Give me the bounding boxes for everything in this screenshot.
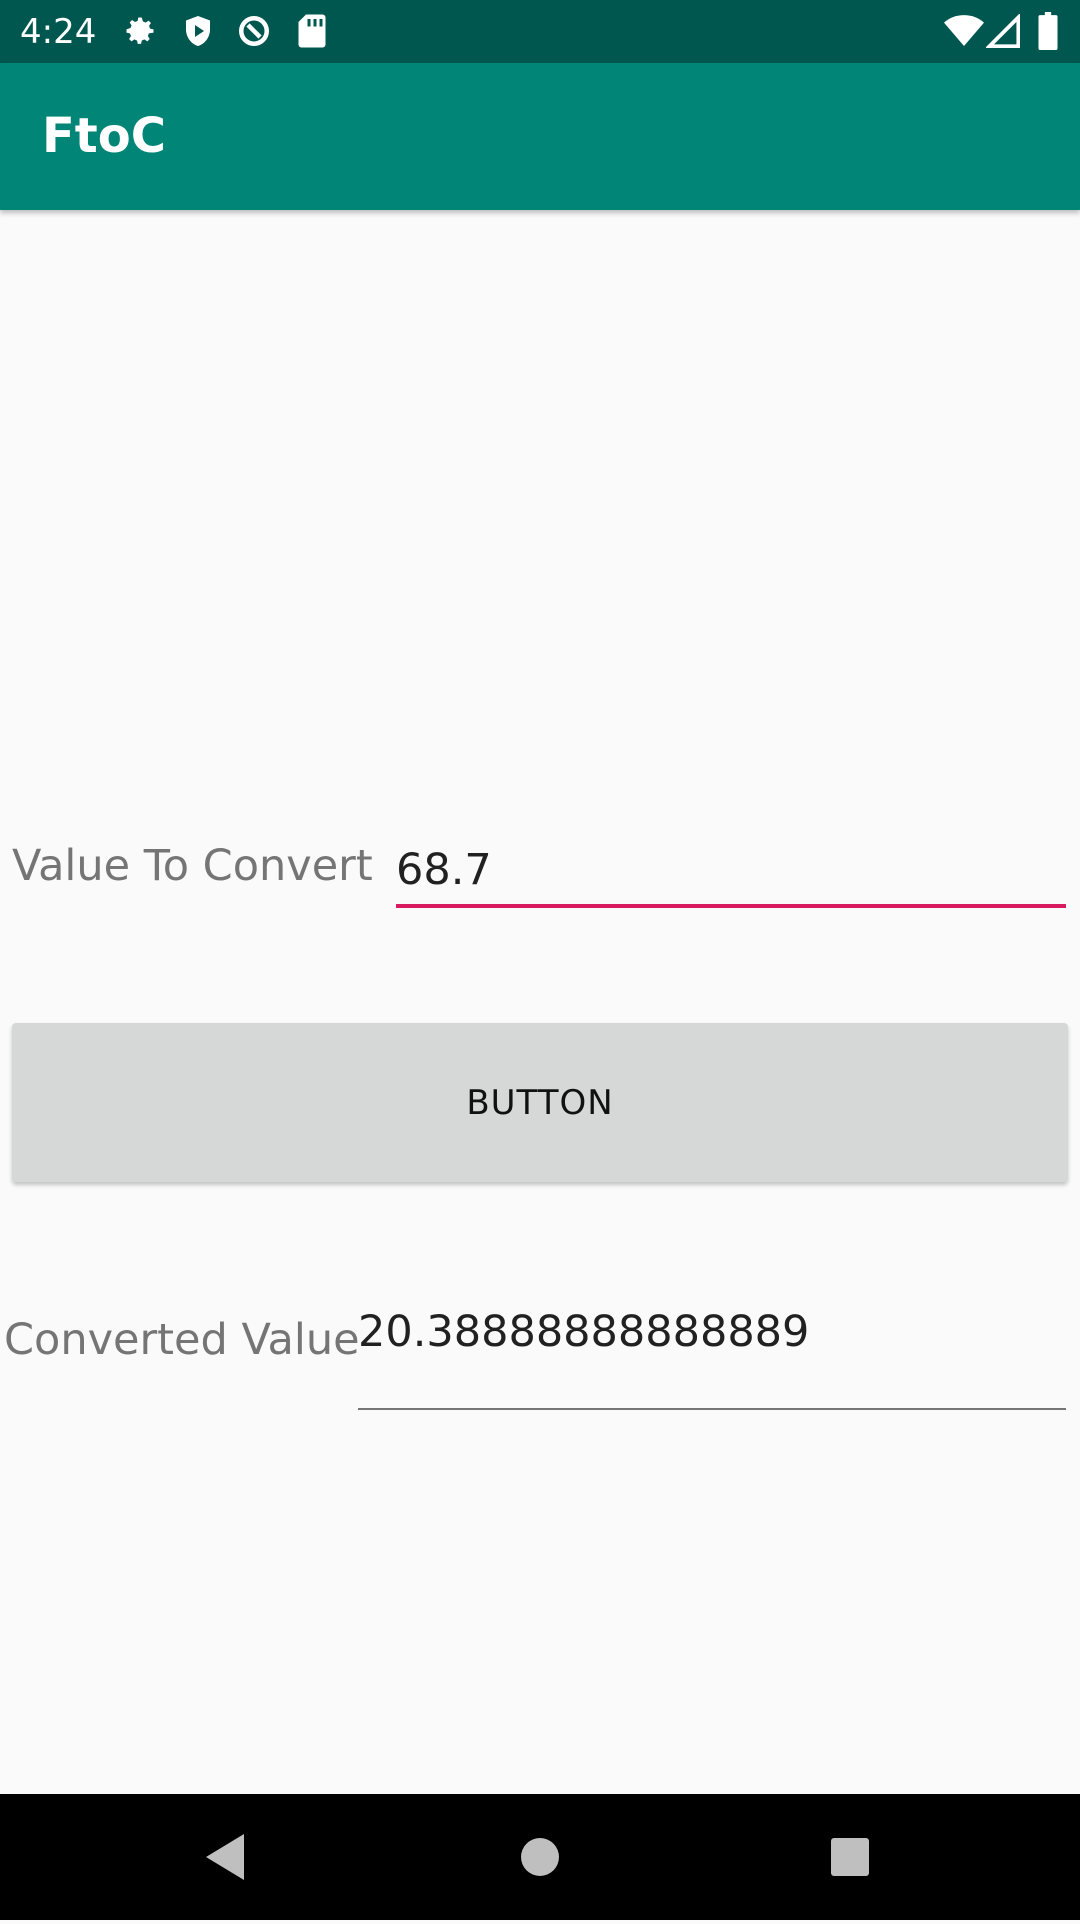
converted-value-text: 20.38888888888889 — [358, 1307, 810, 1357]
value-to-convert-input[interactable] — [396, 836, 1066, 908]
home-icon[interactable] — [480, 1794, 600, 1920]
converted-value-label: Converted Value — [4, 1315, 360, 1365]
sd-card-icon — [296, 13, 328, 53]
convert-button[interactable]: BUTTON — [12, 1023, 1068, 1182]
recents-icon[interactable] — [790, 1794, 910, 1920]
back-icon[interactable] — [166, 1794, 286, 1920]
status-time: 4:24 — [20, 12, 97, 52]
wifi-icon — [944, 14, 984, 52]
cell-signal-icon — [984, 12, 1021, 52]
shield-icon — [180, 13, 216, 53]
battery-icon — [1038, 12, 1058, 54]
value-to-convert-label: Value To Convert — [12, 841, 373, 891]
app-title: FtoC — [42, 108, 166, 164]
gear-icon — [122, 13, 158, 53]
status-bar: 4:24 — [0, 0, 1080, 63]
data-saver-icon — [236, 13, 272, 53]
converted-value-field: 20.38888888888889 — [358, 1300, 1066, 1410]
navigation-bar — [0, 1794, 1080, 1920]
app-bar: FtoC — [0, 63, 1080, 210]
